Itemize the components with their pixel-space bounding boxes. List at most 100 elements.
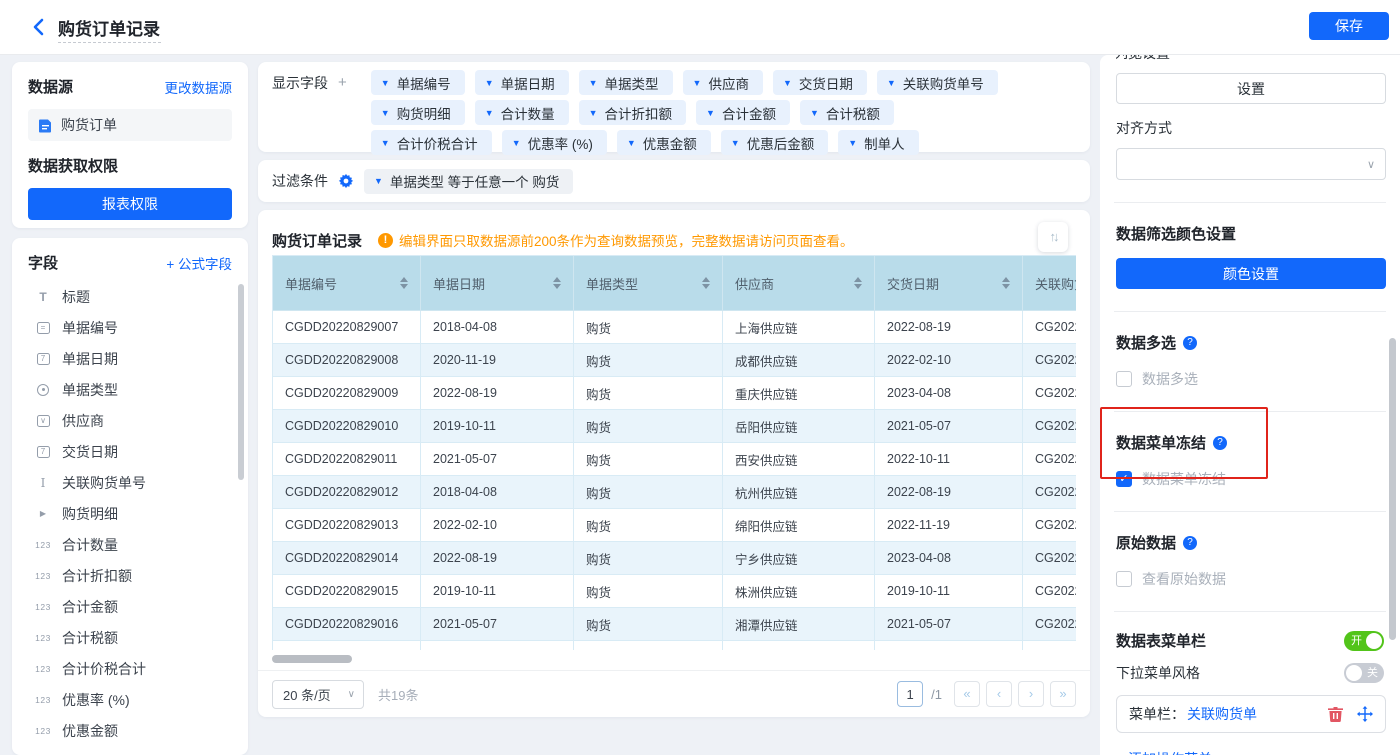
chip-label: 制单人 [864, 133, 905, 153]
fields-scrollbar[interactable] [238, 284, 244, 480]
help-icon[interactable]: ? [1213, 436, 1227, 450]
text-field-icon: I [34, 476, 52, 490]
field-item[interactable]: 123优惠率 (%) [28, 684, 232, 715]
table-cell: 购货 [574, 542, 723, 575]
align-select[interactable]: ∨ [1116, 148, 1386, 180]
checkbox-unchecked[interactable] [1116, 571, 1132, 587]
field-item[interactable]: ∨供应商 [28, 405, 232, 436]
field-item[interactable]: 123合计价税合计 [28, 653, 232, 684]
display-field-chip[interactable]: ▼制单人 [838, 130, 918, 155]
add-display-field-icon[interactable]: + [338, 70, 347, 160]
display-field-chip[interactable]: ▼合计价税合计 [371, 130, 492, 155]
display-field-chip[interactable]: ▼关联购货单号 [877, 70, 998, 95]
title-underline [58, 42, 161, 43]
filter-condition-chip[interactable]: ▼ 单据类型 等于任意一个 购货 [364, 169, 573, 194]
trash-icon[interactable] [1328, 706, 1343, 722]
display-field-chip[interactable]: ▼合计税额 [800, 100, 894, 125]
window-scrollbar[interactable] [1389, 338, 1396, 640]
table-row: CGDD202208290162021-05-07购货湘潭供应链2021-05-… [273, 608, 1076, 641]
field-item[interactable]: 123合计数量 [28, 529, 232, 560]
menu-item-link[interactable]: 关联购货单 [1187, 704, 1257, 724]
field-item[interactable]: 123合计折扣额 [28, 560, 232, 591]
change-datasource-link[interactable]: 更改数据源 [165, 77, 233, 97]
add-formula-field-link[interactable]: + 公式字段 [166, 253, 232, 273]
chevron-down-icon: ▼ [693, 78, 702, 88]
table-cell: CGDD20220829013 [273, 509, 421, 542]
display-field-chip[interactable]: ▼合计折扣额 [579, 100, 686, 125]
dropdown-style-toggle-off[interactable]: 关 [1344, 663, 1384, 683]
field-item[interactable]: 7交货日期 [28, 436, 232, 467]
display-field-chip[interactable]: ▼购货明细 [371, 100, 465, 125]
fields-card: 字段 + 公式字段 T标题=单据编号7单据日期单据类型∨供应商7交货日期I关联购… [12, 238, 248, 755]
checkbox-unchecked[interactable] [1116, 371, 1132, 387]
save-button[interactable]: 保存 [1309, 12, 1389, 40]
table-cell: CG2022 [1023, 509, 1076, 542]
warning-icon: ! [378, 233, 393, 248]
field-item-label: 合计折扣额 [62, 566, 132, 586]
field-item[interactable]: 123优惠金额 [28, 715, 232, 746]
field-item-label: 关联购货单号 [62, 473, 146, 493]
number-field-icon: 123 [34, 695, 52, 705]
prev-page-button[interactable]: ‹ [986, 681, 1012, 707]
column-header-6[interactable]: 关联购货单号 [1023, 256, 1076, 311]
help-icon[interactable]: ? [1183, 336, 1197, 350]
page-number-input[interactable] [897, 681, 923, 707]
display-field-chip[interactable]: ▼单据编号 [371, 70, 465, 95]
sort-order-button[interactable]: ↑↓ [1038, 222, 1068, 252]
table-cell: 宁乡供应链 [723, 542, 875, 575]
table-cell: 购货 [574, 311, 723, 344]
column-setup-button[interactable]: 设置 [1116, 73, 1386, 104]
column-header-3[interactable]: 单据类型 [574, 256, 723, 311]
menu-freeze-checkbox-row[interactable]: ✓ 数据菜单冻结 [1116, 469, 1384, 489]
display-field-chip[interactable]: ▼供应商 [683, 70, 763, 95]
display-field-chip[interactable]: ▼合计金额 [696, 100, 790, 125]
column-header-5[interactable]: 交货日期 [875, 256, 1023, 311]
field-item[interactable]: I 关联购货单号 [28, 467, 232, 498]
table-cell: 2022-02-10 [875, 344, 1023, 377]
field-item[interactable]: 123合计税额 [28, 622, 232, 653]
table-cell: 2021-05-07 [875, 608, 1023, 641]
last-page-button[interactable]: » [1050, 681, 1076, 707]
divider [1114, 611, 1386, 612]
checkbox-checked[interactable]: ✓ [1116, 471, 1132, 487]
display-field-chip[interactable]: ▼交货日期 [773, 70, 867, 95]
display-field-chip[interactable]: ▼合计数量 [475, 100, 569, 125]
display-field-chip[interactable]: ▼单据类型 [579, 70, 673, 95]
field-item[interactable]: T标题 [28, 281, 232, 312]
next-page-button[interactable]: › [1018, 681, 1044, 707]
column-header-2[interactable]: 单据日期 [421, 256, 574, 311]
display-field-chip[interactable]: ▼优惠率 (%) [502, 130, 607, 155]
column-sort-icon[interactable] [854, 277, 862, 289]
table-cell: 2022-11-19 [875, 509, 1023, 542]
field-item[interactable]: ▶购货明细 [28, 498, 232, 529]
field-item[interactable]: 123合计金额 [28, 591, 232, 622]
column-sort-icon[interactable] [702, 277, 710, 289]
table-cell: CGDD20220829015 [273, 575, 421, 608]
help-icon[interactable]: ? [1183, 536, 1197, 550]
multi-select-checkbox-row[interactable]: 数据多选 [1116, 369, 1384, 389]
menubar-toggle-on[interactable]: 开 [1344, 631, 1384, 651]
table-cell: CG2022 [1023, 542, 1076, 575]
gear-icon[interactable] [338, 173, 354, 189]
column-header-4[interactable]: 供应商 [723, 256, 875, 311]
column-sort-icon[interactable] [400, 277, 408, 289]
page-size-select[interactable]: 20 条/页 ∨ [272, 680, 364, 709]
column-sort-icon[interactable] [553, 277, 561, 289]
column-header-1[interactable]: 单据编号 [273, 256, 421, 311]
add-action-menu-link[interactable]: + 添加操作菜单 [1116, 749, 1212, 755]
back-icon[interactable] [28, 16, 50, 38]
column-sort-icon[interactable] [1002, 277, 1010, 289]
field-item[interactable]: =单据编号 [28, 312, 232, 343]
display-field-chip[interactable]: ▼优惠金额 [617, 130, 711, 155]
report-permission-button[interactable]: 报表权限 [28, 188, 232, 220]
display-field-chip[interactable]: ▼单据日期 [475, 70, 569, 95]
datasource-item[interactable]: 购货订单 [28, 109, 232, 141]
field-item[interactable]: 单据类型 [28, 374, 232, 405]
move-icon[interactable] [1357, 706, 1373, 722]
first-page-button[interactable]: « [954, 681, 980, 707]
raw-data-checkbox-row[interactable]: 查看原始数据 [1116, 569, 1384, 589]
display-field-chip[interactable]: ▼优惠后金额 [721, 130, 828, 155]
color-settings-button[interactable]: 颜色设置 [1116, 258, 1386, 289]
horizontal-scrollbar[interactable] [272, 655, 352, 663]
field-item[interactable]: 7单据日期 [28, 343, 232, 374]
